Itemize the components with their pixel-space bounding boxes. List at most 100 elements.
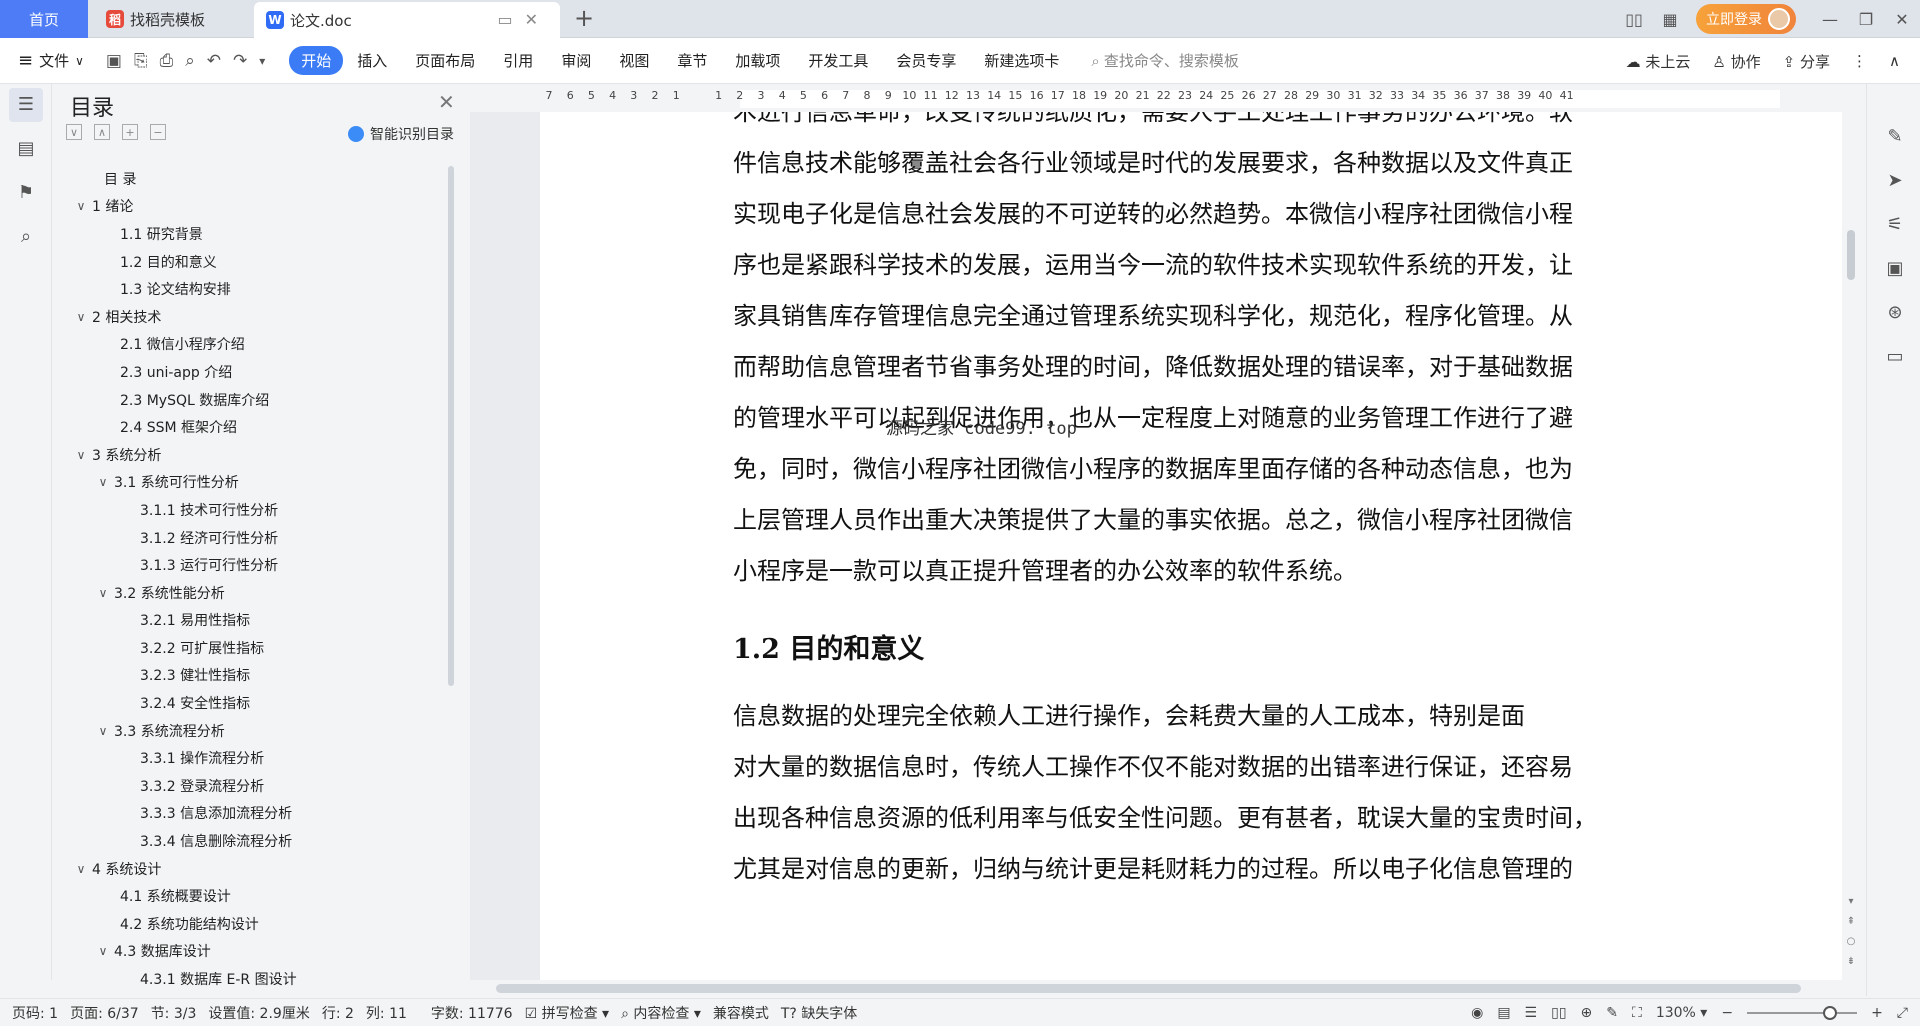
toc-item[interactable]: ∨ 2 相关技术 — [56, 303, 444, 331]
file-menu[interactable]: ≡ 文件 ∨ — [18, 50, 84, 71]
eye-protection-icon[interactable]: ◉ — [1471, 1005, 1483, 1021]
toc-item[interactable]: 2.3 MySQL 数据库介绍 — [56, 386, 444, 414]
scroll-down-icon[interactable]: ▾ — [1845, 892, 1857, 912]
toc-item[interactable]: ∨ 3.2 系统性能分析 — [56, 579, 444, 607]
add-heading-icon[interactable]: + — [122, 124, 138, 140]
minimize-icon[interactable]: — — [1812, 10, 1848, 29]
toc-item[interactable]: 4.1 系统概要设计 — [56, 882, 444, 910]
content-check-button[interactable]: ⌕ 内容检查 ▾ — [621, 1003, 701, 1023]
bookmark-icon[interactable]: ⚑ — [14, 182, 38, 206]
collab-button[interactable]: ♙ 协作 — [1712, 51, 1760, 72]
ribbon-tab-insert[interactable]: 插入 — [343, 50, 401, 71]
horizontal-ruler[interactable]: 7 6 5 4 3 2 1 1 2 3 4 5 6 7 8 9 10 11 12 13 14 15 16 17 18 19 20 21… — [470, 84, 1860, 112]
vertical-scrollbar[interactable]: ▾ ⇞ ○ ⇟ — [1842, 112, 1860, 980]
compat-mode[interactable]: 兼容模式 — [713, 1003, 769, 1023]
toc-item[interactable]: 1.2 目的和意义 — [56, 248, 444, 276]
status-page[interactable]: 页面: 6/37 — [70, 1003, 139, 1023]
next-page-icon[interactable]: ⇟ — [1845, 952, 1857, 972]
ribbon-tab-new[interactable]: 新建选项卡 — [970, 50, 1073, 71]
expand-all-icon[interactable]: ∨ — [66, 124, 82, 140]
toc-item[interactable]: ∨ 4 系统设计 — [56, 855, 444, 883]
toc-item[interactable]: 3.3.3 信息添加流程分析 — [56, 800, 444, 828]
read-view-icon[interactable]: ▯▯ — [1551, 1005, 1566, 1021]
chevron-down-icon[interactable]: ∨ — [74, 862, 88, 876]
tab-template[interactable]: 稻 找稻壳模板 — [92, 0, 252, 38]
toc-panel-icon[interactable]: ☰ — [9, 88, 43, 122]
toc-item[interactable]: 2.4 SSM 框架介绍 — [56, 413, 444, 441]
more-icon[interactable]: ⋮ — [1852, 52, 1867, 70]
reader-icon[interactable]: ▭ — [1884, 346, 1906, 368]
search-panel-icon[interactable]: ⌕ — [14, 226, 38, 250]
zoom-slider-knob[interactable] — [1822, 1006, 1837, 1020]
prev-page-icon[interactable]: ⇞ — [1845, 912, 1857, 932]
chevron-down-icon[interactable]: ∨ — [96, 475, 110, 489]
status-col[interactable]: 列: 11 — [366, 1003, 407, 1023]
command-search[interactable]: ⌕ 查找命令、搜索模板 — [1091, 50, 1238, 71]
missing-font-button[interactable]: T? 缺失字体 — [781, 1003, 857, 1023]
remove-heading-icon[interactable]: − — [150, 124, 166, 140]
undo-icon[interactable]: ↶ — [207, 51, 221, 71]
document-page[interactable]: 术进行信息革命，改变传统的纸质化，需要人手工处理工作事务的办公环境。软 件信息技术… — [540, 112, 1845, 980]
select-browse-icon[interactable]: ○ — [1845, 932, 1857, 952]
ribbon-tab-references[interactable]: 引用 — [489, 50, 547, 71]
toc-item[interactable]: 4.2 系统功能结构设计 — [56, 910, 444, 938]
new-tab-button[interactable]: + — [574, 4, 594, 32]
toc-item[interactable]: 1.3 论文结构安排 — [56, 275, 444, 303]
toc-item[interactable]: 3.3.1 操作流程分析 — [56, 744, 444, 772]
toc-item[interactable]: 2.1 微信小程序介绍 — [56, 331, 444, 359]
save-icon[interactable]: ▣ — [106, 51, 122, 71]
collapse-ribbon-icon[interactable]: ∧ — [1889, 52, 1900, 70]
toc-item[interactable]: ∨ 3.1 系统可行性分析 — [56, 469, 444, 497]
ribbon-tab-addins[interactable]: 加载项 — [721, 50, 794, 71]
toc-item[interactable]: 3.2.2 可扩展性指标 — [56, 634, 444, 662]
print-preview-icon[interactable]: ⌕ — [185, 51, 195, 71]
chevron-down-icon[interactable]: ∨ — [74, 310, 88, 324]
chevron-down-icon[interactable]: ∨ — [74, 199, 88, 213]
zoom-in-icon[interactable]: + — [1871, 1005, 1883, 1021]
pen-icon[interactable]: ✎ — [1884, 126, 1906, 148]
apps-grid-icon[interactable]: ▦ — [1652, 10, 1688, 29]
toc-item[interactable]: ∨ 4.3 数据库设计 — [56, 938, 444, 966]
toc-item[interactable]: ∨ 3 系统分析 — [56, 441, 444, 469]
toc-item[interactable]: 3.2.3 健壮性指标 — [56, 662, 444, 690]
toc-item[interactable]: ∨ 1 绪论 — [56, 193, 444, 221]
zoom-out-icon[interactable]: − — [1721, 1005, 1733, 1021]
web-view-icon[interactable]: ⊕ — [1581, 1005, 1593, 1021]
toc-item[interactable]: 3.1.3 运行可行性分析 — [56, 551, 444, 579]
login-button[interactable]: 立即登录 — [1696, 4, 1796, 34]
cloud-status[interactable]: ☁ 未上云 — [1626, 51, 1691, 72]
status-setting[interactable]: 设置值: 2.9厘米 — [208, 1003, 309, 1023]
print-icon[interactable]: ⎙ — [160, 51, 174, 71]
outline-view-icon[interactable]: ☰ — [1525, 1005, 1538, 1021]
chevron-down-icon[interactable]: ∨ — [96, 724, 110, 738]
chevron-down-icon[interactable]: ∨ — [96, 586, 110, 600]
ribbon-tab-member[interactable]: 会员专享 — [882, 50, 970, 71]
vertical-scroll-thumb[interactable] — [1847, 230, 1855, 280]
folder-icon[interactable]: ▤ — [14, 138, 38, 162]
customize-toolbar-icon[interactable]: ▾ — [259, 54, 265, 68]
toc-scrollbar[interactable] — [448, 166, 454, 686]
pointer-icon[interactable]: ➤ — [1884, 170, 1906, 192]
close-window-icon[interactable]: ✕ — [1884, 10, 1920, 29]
document-text[interactable]: 术进行信息革命，改变传统的纸质化，需要人手工处理工作事务的办公环境。软 件信息技术… — [733, 112, 1633, 895]
toc-close-icon[interactable]: ✕ — [438, 90, 455, 114]
collapse-all-icon[interactable]: ∧ — [94, 124, 110, 140]
toc-item[interactable]: 4.3.1 数据库 E-R 图设计 — [56, 965, 444, 993]
tab-home[interactable]: 首页 — [0, 0, 88, 38]
image-tool-icon[interactable]: ▣ — [1884, 258, 1906, 280]
status-section[interactable]: 节: 3/3 — [151, 1003, 197, 1023]
ribbon-tab-chapter[interactable]: 章节 — [663, 50, 721, 71]
ribbon-tab-view[interactable]: 视图 — [605, 50, 663, 71]
ribbon-tab-home[interactable]: 开始 — [289, 46, 344, 75]
share-button[interactable]: ⇪ 分享 — [1783, 51, 1830, 72]
pin-icon[interactable]: ▭ — [497, 10, 524, 29]
toc-item[interactable]: 3.3.4 信息删除流程分析 — [56, 827, 444, 855]
horizontal-scroll-thumb[interactable] — [496, 984, 1801, 993]
fit-page-icon[interactable]: ⛶ — [1632, 1005, 1642, 1021]
horizontal-scrollbar[interactable] — [470, 980, 1860, 996]
smart-toc-button[interactable]: 智能识别目录 — [348, 124, 454, 144]
toc-item[interactable]: ∨ 3.3 系统流程分析 — [56, 717, 444, 745]
tab-document[interactable]: W 论文.doc ▭✕ — [254, 2, 560, 38]
layout-icon[interactable]: ▯▯ — [1616, 10, 1652, 29]
ribbon-tab-layout[interactable]: 页面布局 — [401, 50, 489, 71]
